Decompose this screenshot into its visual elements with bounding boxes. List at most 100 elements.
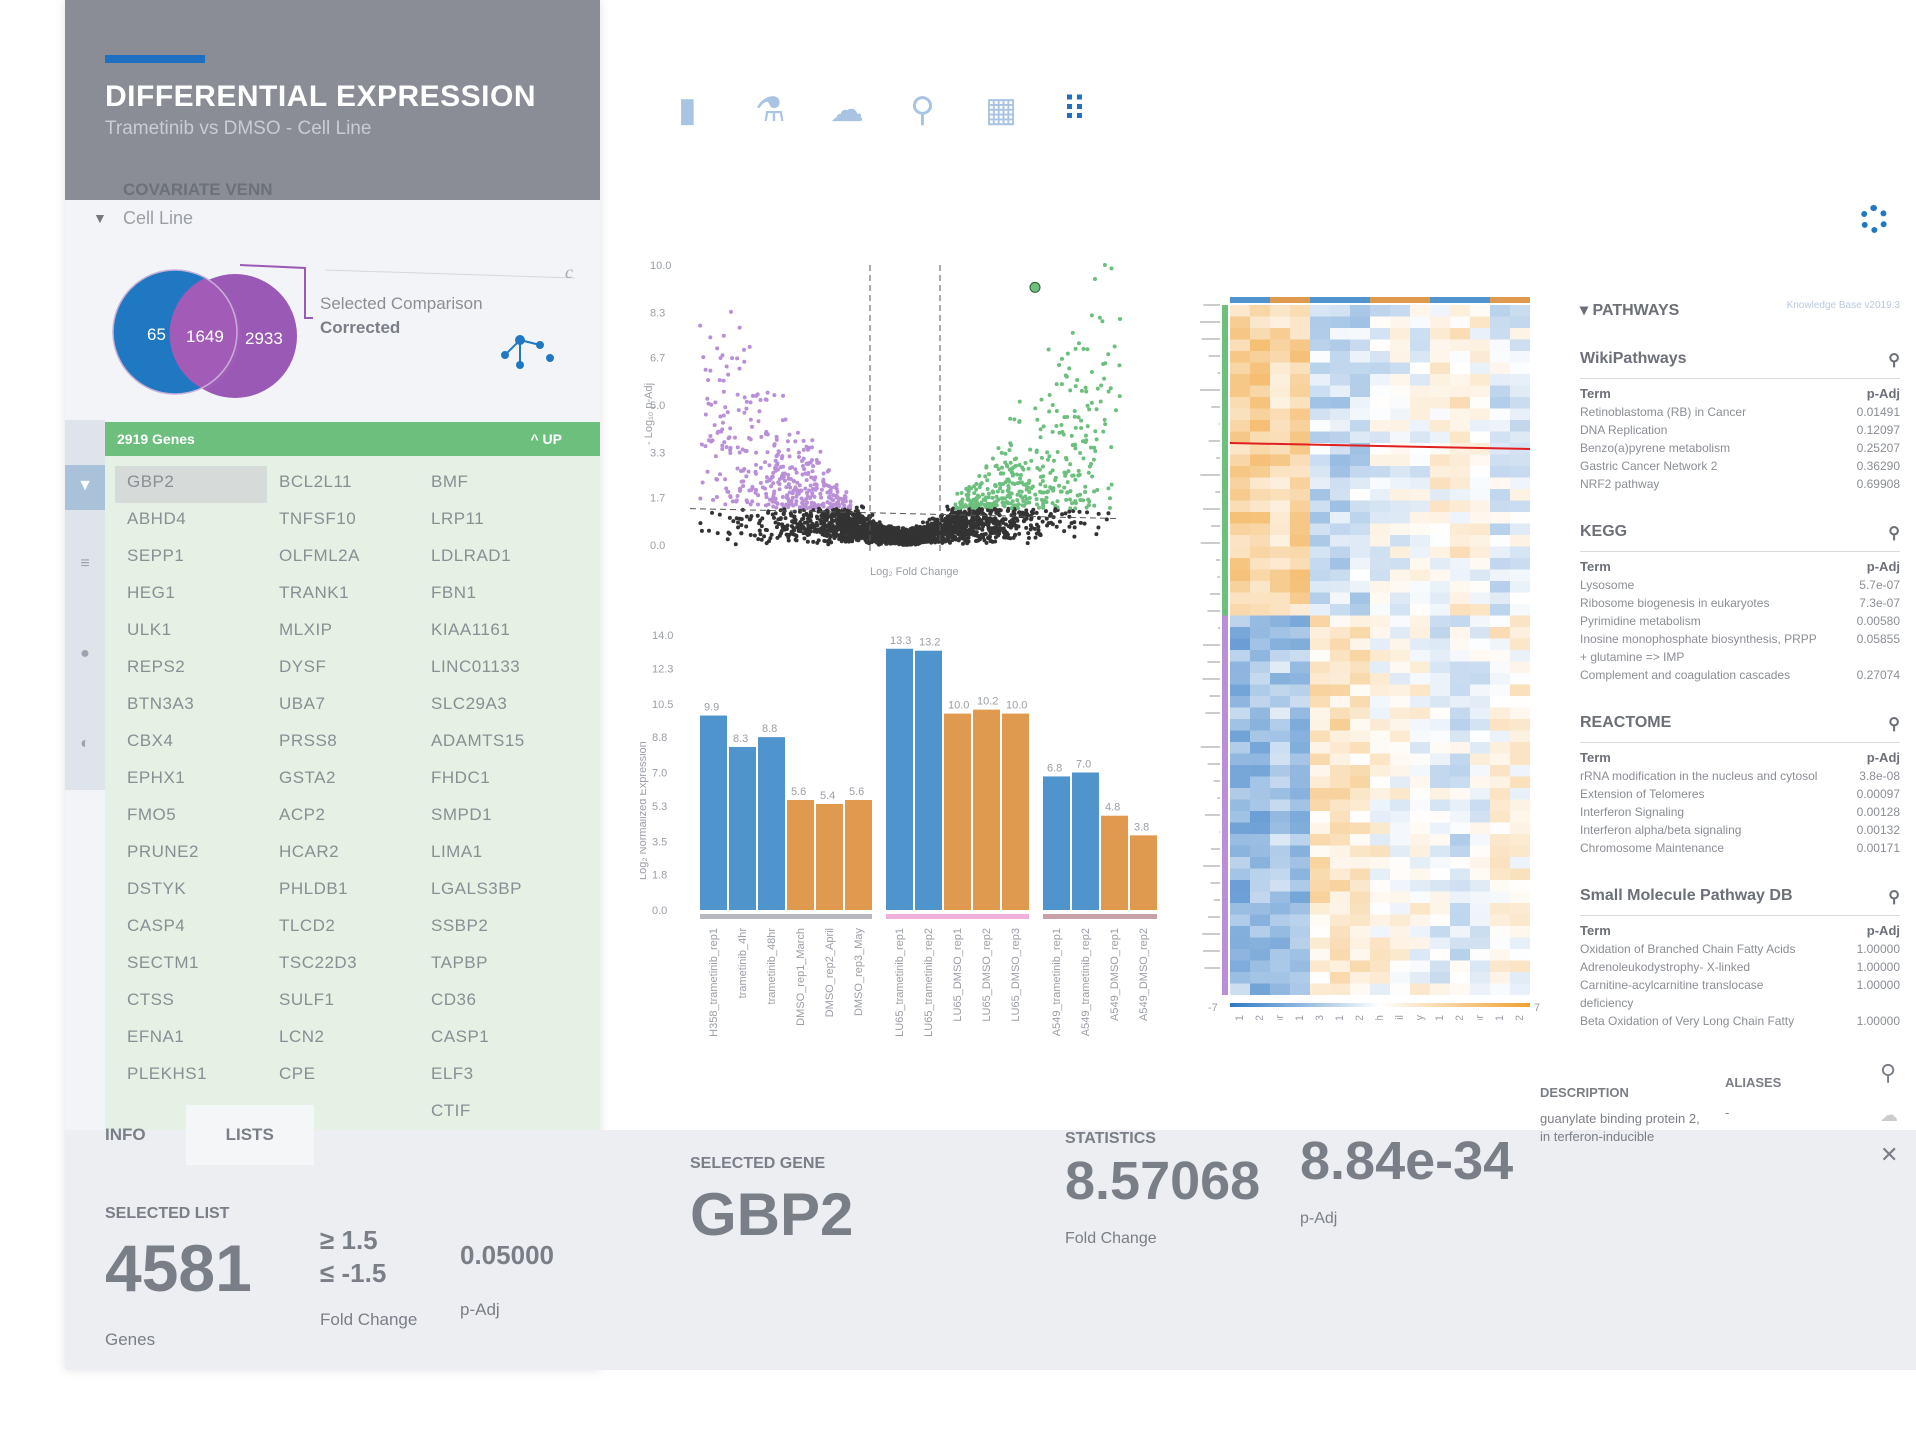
gene-item[interactable]: CASP1 (419, 1021, 571, 1058)
pathway-row[interactable]: Beta Oxidation of Very Long Chain Fatty 1… (1580, 1012, 1900, 1030)
bar[interactable] (973, 709, 1000, 910)
volcano-plot[interactable]: 0.01.73.35.06.78.310.0Log₂ Fold Change- … (640, 245, 1130, 585)
bar[interactable] (1130, 835, 1157, 910)
gene-item[interactable]: PRUNE2 (115, 836, 267, 873)
gene-item[interactable]: CBX4 (115, 725, 267, 762)
pathway-row[interactable]: Extension of Telomeres 0.00097 (1580, 785, 1900, 803)
gene-item[interactable]: ACP2 (267, 799, 419, 836)
gene-item[interactable]: PHLDB1 (267, 873, 419, 910)
gene-item[interactable]: SLC29A3 (419, 688, 571, 725)
cloud-download-icon[interactable]: ☁ (830, 90, 864, 130)
network-icon[interactable] (501, 335, 554, 369)
filter-icon[interactable]: ▼ (65, 465, 105, 510)
gene-item[interactable]: LGALS3BP (419, 873, 571, 910)
gene-item[interactable]: BMF (419, 466, 571, 503)
gene-item[interactable]: GSTA2 (267, 762, 419, 799)
list-icon[interactable]: ≡ (75, 555, 95, 573)
pathway-row[interactable]: Carnitine-acylcarnitine translocase defi… (1580, 976, 1900, 1012)
gene-item[interactable]: BCL2L11 (267, 466, 419, 503)
search-icon[interactable]: ⚲ (1880, 1060, 1896, 1086)
gene-item[interactable]: LINC01133 (419, 651, 571, 688)
covariate-dropdown[interactable]: Cell Line (123, 208, 193, 229)
gene-item[interactable]: FMO5 (115, 799, 267, 836)
pathway-row[interactable]: Adrenoleukodystrophy- X-linked 1.00000 (1580, 958, 1900, 976)
bar[interactable] (729, 746, 756, 910)
gene-item[interactable]: SMPD1 (419, 799, 571, 836)
document-icon[interactable]: ▮ (678, 90, 697, 130)
gene-item[interactable]: CTSS (115, 984, 267, 1021)
comment-icon[interactable]: ● (75, 645, 95, 663)
pathway-row[interactable]: Oxidation of Branched Chain Fatty Acids 1… (1580, 940, 1900, 958)
tab-info[interactable]: INFO (65, 1105, 186, 1165)
gene-item[interactable]: HCAR2 (267, 836, 419, 873)
search-icon[interactable]: ⚲ (1888, 350, 1900, 370)
gene-item[interactable]: ABHD4 (115, 503, 267, 540)
pathway-row[interactable]: Ribosome biogenesis in eukaryotes 7.3e-07 (1580, 594, 1900, 612)
sort-direction[interactable]: ^ UP (530, 431, 562, 447)
pathways-title[interactable]: ▾ PATHWAYS (1580, 300, 1679, 320)
gene-item[interactable]: LRP11 (419, 503, 571, 540)
close-icon[interactable]: ✕ (1880, 1142, 1898, 1168)
gene-item[interactable]: SECTM1 (115, 947, 267, 984)
pathway-row[interactable]: Pyrimidine metabolism 0.00580 (1580, 612, 1900, 630)
gene-item[interactable]: TAPBP (419, 947, 571, 984)
pathway-row[interactable]: rRNA modification in the nucleus and cyt… (1580, 767, 1900, 785)
bar[interactable] (700, 715, 727, 910)
gene-item[interactable]: TLCD2 (267, 910, 419, 947)
gene-item[interactable]: SULF1 (267, 984, 419, 1021)
search-icon[interactable]: ⚲ (1888, 714, 1900, 734)
bar[interactable] (787, 800, 814, 910)
bar[interactable] (886, 648, 913, 910)
pathway-row[interactable]: Inosine monophosphate biosynthesis, PRPP… (1580, 630, 1900, 666)
gene-item[interactable]: TRANK1 (267, 577, 419, 614)
pathway-row[interactable]: Interferon Signaling 0.00128 (1580, 803, 1900, 821)
caret-down-icon[interactable]: ▼ (93, 210, 107, 226)
genes-header[interactable]: 2919 Genes ^ UP (105, 422, 600, 456)
expression-bar-chart[interactable]: 0.01.83.55.37.08.810.512.314.0Log₂ Norma… (640, 620, 1160, 1040)
gene-item[interactable]: KIAA1161 (419, 614, 571, 651)
gene-item[interactable]: LIMA1 (419, 836, 571, 873)
gene-item[interactable]: CPE (267, 1058, 419, 1095)
cloud-icon[interactable]: ☁ (1880, 1105, 1898, 1126)
gene-item[interactable]: FHDC1 (419, 762, 571, 799)
search-icon[interactable]: ⚲ (1888, 887, 1900, 907)
gene-item[interactable]: CTIF (419, 1095, 571, 1132)
pathway-row[interactable]: DNA Replication 0.12097 (1580, 421, 1900, 439)
bar[interactable] (1072, 772, 1099, 911)
gene-item[interactable]: SSBP2 (419, 910, 571, 947)
gene-item[interactable]: LCN2 (267, 1021, 419, 1058)
gene-item[interactable]: OLFML2A (267, 540, 419, 577)
pathway-row[interactable]: NRF2 pathway 0.69908 (1580, 475, 1900, 493)
flask-icon[interactable]: ⚗ (755, 90, 785, 130)
gene-item[interactable]: TSC22D3 (267, 947, 419, 984)
gene-item[interactable]: ULK1 (115, 614, 267, 651)
gene-item[interactable]: MLXIP (267, 614, 419, 651)
gene-item[interactable]: DSTYK (115, 873, 267, 910)
bar[interactable] (1043, 776, 1070, 910)
gene-item[interactable]: EFNA1 (115, 1021, 267, 1058)
gene-item[interactable]: BTN3A3 (115, 688, 267, 725)
gene-item[interactable]: TNFSF10 (267, 503, 419, 540)
gene-item[interactable]: SEPP1 (115, 540, 267, 577)
table-settings-icon[interactable]: ▦ (985, 90, 1017, 130)
gene-item[interactable]: ELF3 (419, 1058, 571, 1095)
pathway-row[interactable]: Retinoblastoma (RB) in Cancer 0.01491 (1580, 403, 1900, 421)
gene-item[interactable]: HEG1 (115, 577, 267, 614)
heatmap[interactable]: -77LU65_trametinib_rep1LU65_trametinib_r… (1170, 280, 1570, 1020)
contrast-icon[interactable]: ◐ (75, 735, 95, 753)
pathway-row[interactable]: Gastric Cancer Network 2 0.36290 (1580, 457, 1900, 475)
pathway-row[interactable]: Complement and coagulation cascades 0.270… (1580, 666, 1900, 684)
pathway-row[interactable]: Interferon alpha/beta signaling 0.00132 (1580, 821, 1900, 839)
pathway-row[interactable]: Benzo(a)pyrene metabolism 0.25207 (1580, 439, 1900, 457)
bar[interactable] (758, 737, 785, 910)
gene-item[interactable]: LDLRAD1 (419, 540, 571, 577)
bar[interactable] (845, 800, 872, 910)
gene-item[interactable]: EPHX1 (115, 762, 267, 799)
bar[interactable] (1002, 713, 1029, 910)
search-icon[interactable]: ⚲ (1888, 523, 1900, 543)
scatter-plot-icon[interactable]: ⠿ (1062, 90, 1087, 130)
gene-item[interactable]: GBP2 (115, 466, 267, 503)
gene-item[interactable]: PLEKHS1 (115, 1058, 267, 1095)
settings-gear-icon[interactable] (1860, 205, 1888, 233)
bar[interactable] (1101, 815, 1128, 910)
